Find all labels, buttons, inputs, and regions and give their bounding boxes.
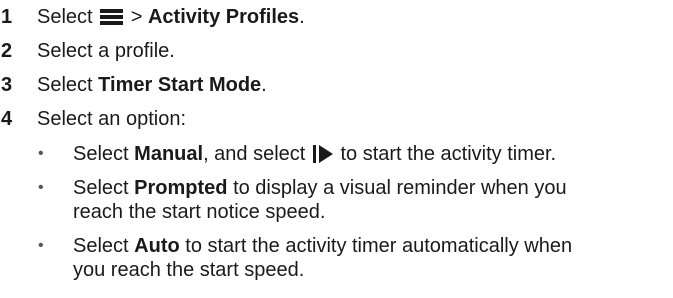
bullet-line-2: you reach the start speed. — [73, 259, 305, 281]
step-text: Select an option: — [37, 108, 186, 130]
step-number: 2 — [1, 40, 13, 62]
step-text: Select a profile. — [37, 40, 175, 62]
bullet-text: Select Prompted to display a visual remi… — [73, 176, 673, 224]
step-text-pre: Select — [37, 74, 93, 96]
step-number: 3 — [1, 74, 13, 96]
menu-icon — [100, 9, 124, 25]
bullet-line-1: Select Auto to start the activity timer … — [73, 234, 673, 258]
bullet-marker: • — [38, 145, 44, 162]
bullet-text: Select Manual, and select to start the a… — [73, 142, 673, 166]
bullet-line-1: Select Prompted to display a visual remi… — [73, 176, 673, 200]
instructions-document: 1 Select > Activity Profiles. 2 Select a… — [0, 0, 673, 298]
bullet-text-post: to start the activity timer. — [340, 143, 557, 165]
bullet-text-line1: to start the activity timer automaticall… — [185, 235, 573, 257]
bullet-text-bold: Manual — [134, 143, 204, 165]
step-text-post: . — [261, 74, 267, 96]
bullet-text: Select Auto to start the activity timer … — [73, 234, 673, 282]
bullet-text-pre: Select — [73, 235, 129, 257]
bullet-text-pre: Select — [73, 177, 129, 199]
step-text-pre: Select — [37, 6, 93, 28]
bullet-text-bold: Prompted — [134, 177, 228, 199]
step-text-separator: > — [130, 6, 143, 28]
step-text: Select Timer Start Mode. — [37, 73, 267, 97]
bullet-marker: • — [38, 237, 44, 254]
bullet-line-2: reach the start notice speed. — [73, 201, 326, 223]
bullet-text-mid: , and select — [203, 143, 306, 165]
step-number: 4 — [1, 108, 13, 130]
bullet-text-bold: Auto — [134, 235, 180, 257]
step-text-bold: Activity Profiles — [147, 6, 300, 28]
bullet-text-pre: Select — [73, 143, 129, 165]
bullet-text-line1: to display a visual reminder when you — [233, 177, 567, 199]
step-number: 1 — [1, 6, 13, 28]
play-pause-icon — [312, 145, 333, 163]
step-text-post: . — [299, 6, 305, 28]
bullet-marker: • — [38, 179, 44, 196]
step-text: Select > Activity Profiles. — [37, 5, 305, 29]
step-text-bold: Timer Start Mode — [98, 74, 262, 96]
